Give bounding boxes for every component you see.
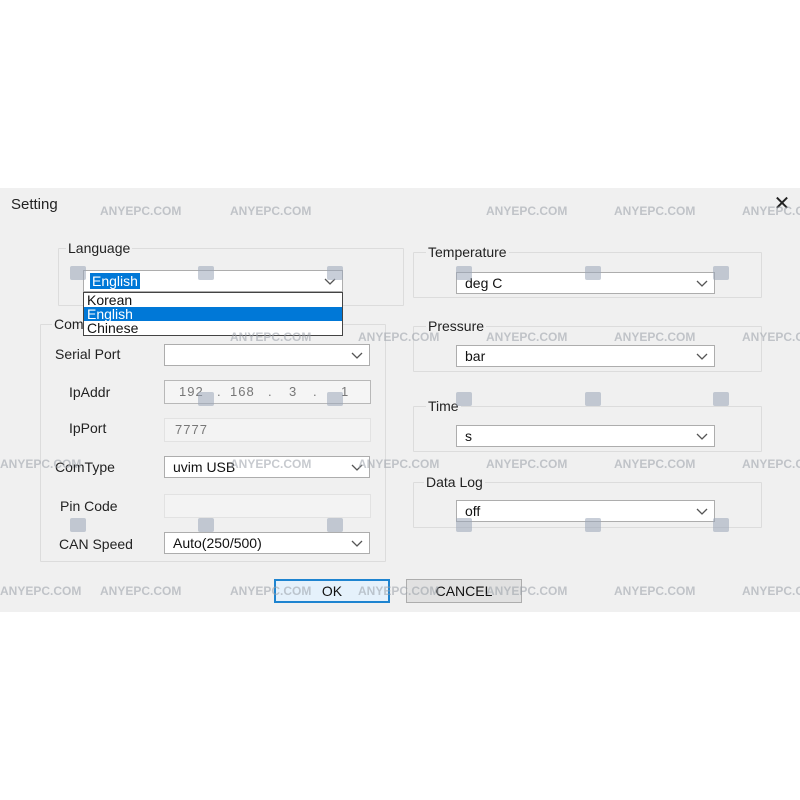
com-type-select[interactable]: uvim USB (164, 456, 370, 478)
serial-port-select[interactable] (164, 344, 370, 366)
data-log-select[interactable]: off (456, 500, 715, 522)
chevron-down-icon (351, 349, 363, 361)
ip-port-value: 7777 (175, 422, 208, 437)
com-type-value: uvim USB (173, 459, 236, 475)
ip-port-label: IpPort (69, 420, 107, 436)
watermark-text: ANYEPC.COM (742, 584, 800, 598)
ip-addr-field[interactable]: 192 . 168 . 3 . 1 (164, 380, 371, 404)
cancel-button[interactable]: CANCEL (406, 579, 522, 603)
watermark-text: ANYEPC.COM (614, 457, 696, 471)
chevron-down-icon (696, 277, 708, 289)
pin-code-field[interactable] (164, 494, 371, 518)
data-log-value: off (465, 503, 481, 519)
com-type-label: ComType (55, 459, 115, 475)
watermark-text: ANYEPC.COM (486, 204, 568, 218)
ip-port-field[interactable]: 7777 (164, 418, 371, 442)
watermark-badge-icon (585, 392, 601, 406)
chevron-down-icon (696, 350, 708, 362)
language-dropdown-list: Korean English Chinese (83, 292, 343, 336)
temperature-label: Temperature (426, 244, 509, 260)
pin-code-label: Pin Code (60, 498, 118, 514)
ip-addr-label: IpAddr (69, 384, 111, 400)
can-speed-value: Auto(250/500) (173, 535, 262, 551)
watermark-text: ANYEPC.COM (230, 204, 312, 218)
ok-button[interactable]: OK (274, 579, 390, 603)
watermark-text: ANYEPC.COM (0, 584, 82, 598)
temperature-value: deg C (465, 275, 503, 291)
ip-octet-4: 1 (341, 384, 350, 399)
language-option-korean[interactable]: Korean (84, 293, 342, 307)
chevron-down-icon (696, 430, 708, 442)
can-speed-select[interactable]: Auto(250/500) (164, 532, 370, 554)
serial-port-label: Serial Port (55, 346, 121, 362)
language-select[interactable]: English (83, 270, 343, 292)
language-option-english[interactable]: English (84, 307, 342, 321)
watermark-badge-icon (713, 392, 729, 406)
can-speed-label: CAN Speed (59, 536, 133, 552)
pressure-select[interactable]: bar (456, 345, 715, 367)
watermark-text: ANYEPC.COM (614, 584, 696, 598)
time-label: Time (426, 398, 461, 414)
window-title: Setting (11, 196, 58, 213)
pressure-label: Pressure (426, 318, 487, 334)
watermark-text: ANYEPC.COM (486, 457, 568, 471)
temperature-select[interactable]: deg C (456, 272, 715, 294)
chevron-down-icon (351, 537, 363, 549)
ip-octet-2: 168 (230, 384, 255, 399)
comm-group-label: Com (52, 316, 86, 332)
time-value: s (465, 428, 472, 444)
ip-octet-3: 3 (289, 384, 298, 399)
data-log-label: Data Log (424, 474, 485, 490)
watermark-text: ANYEPC.COM (742, 457, 800, 471)
chevron-down-icon (696, 505, 708, 517)
language-selected-value: English (90, 273, 140, 289)
language-group-label: Language (66, 240, 133, 256)
chevron-down-icon (324, 275, 336, 287)
setting-dialog: Setting ✕ Language English Com Serial Po… (0, 188, 800, 612)
time-select[interactable]: s (456, 425, 715, 447)
ip-octet-1: 192 (179, 384, 204, 399)
pressure-value: bar (465, 348, 486, 364)
chevron-down-icon (351, 461, 363, 473)
watermark-text: ANYEPC.COM (100, 204, 182, 218)
watermark-text: ANYEPC.COM (614, 204, 696, 218)
language-option-chinese[interactable]: Chinese (84, 321, 342, 335)
watermark-text: ANYEPC.COM (100, 584, 182, 598)
close-icon[interactable]: ✕ (770, 192, 794, 216)
